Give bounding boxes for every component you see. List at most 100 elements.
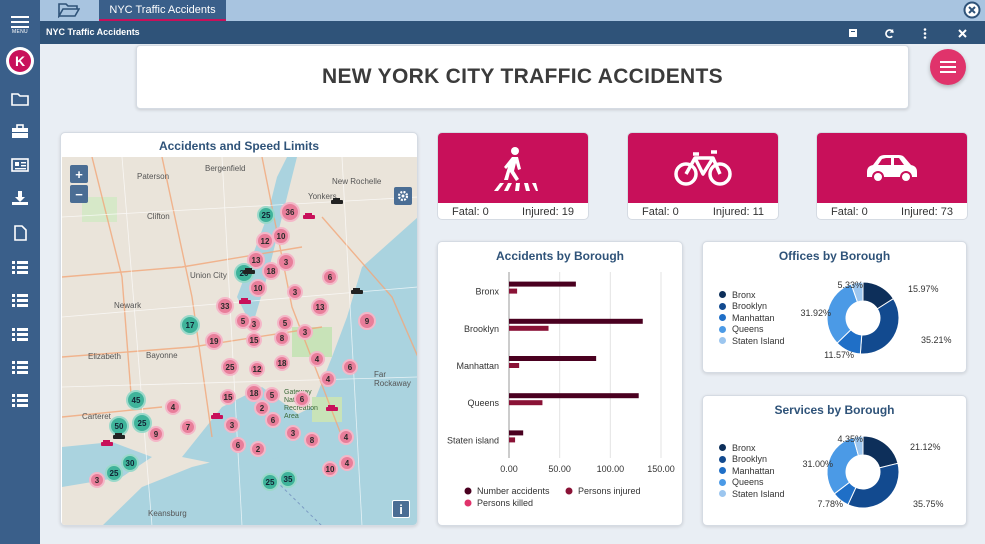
map-cluster[interactable]: 18 xyxy=(262,262,280,280)
map-canvas[interactable]: Paterson Bergenfield New Rochelle Yonker… xyxy=(62,157,417,525)
sidebar-item-list-1[interactable] xyxy=(0,253,40,281)
map-card: Accidents and Speed Limits Paterson Berg… xyxy=(60,132,418,526)
car-marker-icon[interactable] xyxy=(330,197,344,206)
map-cluster[interactable]: 12 xyxy=(249,361,265,377)
sidebar-item-briefcase[interactable] xyxy=(0,118,40,146)
map-cluster[interactable]: 8 xyxy=(304,432,320,448)
map-cluster[interactable]: 35 xyxy=(279,470,297,488)
map-cluster[interactable]: 25 xyxy=(257,206,275,224)
map-cluster[interactable]: 4 xyxy=(309,351,325,367)
list-icon xyxy=(12,361,28,374)
sidebar-item-download[interactable] xyxy=(0,184,40,212)
map-cluster[interactable]: 45 xyxy=(126,390,146,410)
car-marker-icon[interactable] xyxy=(112,432,126,441)
map-cluster[interactable]: 6 xyxy=(322,269,338,285)
zoom-out-button[interactable]: − xyxy=(70,185,88,203)
bar xyxy=(509,363,520,368)
zoom-in-button[interactable]: + xyxy=(70,165,88,183)
sidebar-item-folder[interactable] xyxy=(0,85,40,113)
legend-dot xyxy=(464,487,472,495)
map-cluster[interactable]: 4 xyxy=(320,371,336,387)
map-cluster[interactable]: 6 xyxy=(294,391,310,407)
injured-count: Injured: 11 xyxy=(712,206,764,218)
map-cluster[interactable]: 15 xyxy=(246,332,262,348)
map-info-button[interactable]: i xyxy=(392,500,410,518)
services-by-borough-card: Services by Borough Bronx Brooklyn Manhatt… xyxy=(702,395,967,526)
bar xyxy=(509,318,643,324)
slice-percent-label: 5.33% xyxy=(837,280,863,290)
map-cluster[interactable]: 6 xyxy=(265,412,281,428)
map-cluster[interactable]: 25 xyxy=(105,464,123,482)
y-category-label: Brooklyn xyxy=(464,324,499,334)
map-cluster[interactable]: 10 xyxy=(322,461,338,477)
legend-dot xyxy=(565,487,573,495)
map-cluster[interactable]: 2 xyxy=(250,441,266,457)
open-folder-icon[interactable] xyxy=(58,2,80,18)
car-marker-icon[interactable] xyxy=(210,412,224,421)
tab-nyc-traffic-accidents[interactable]: NYC Traffic Accidents xyxy=(99,0,226,21)
car-marker-icon[interactable] xyxy=(242,267,256,276)
map-cluster[interactable]: 3 xyxy=(285,425,301,441)
map-cluster[interactable]: 5 xyxy=(235,313,251,329)
close-icon[interactable] xyxy=(955,26,969,40)
map-cluster[interactable]: 7 xyxy=(180,419,196,435)
sidebar-item-list-5[interactable] xyxy=(0,386,40,414)
newspaper-icon xyxy=(11,158,29,172)
bicycle-icon xyxy=(674,150,732,186)
more-vertical-icon[interactable] xyxy=(918,26,932,40)
map-cluster[interactable]: 33 xyxy=(216,297,234,315)
map-cluster[interactable]: 5 xyxy=(277,315,293,331)
car-marker-icon[interactable] xyxy=(302,212,316,221)
slice-percent-label: 15.97% xyxy=(908,284,939,294)
map-cluster[interactable]: 6 xyxy=(230,437,246,453)
sidebar-item-news[interactable] xyxy=(0,151,40,179)
app-logo[interactable]: K xyxy=(6,47,34,75)
bar xyxy=(509,393,639,399)
car-marker-icon[interactable] xyxy=(238,297,252,306)
map-cluster[interactable]: 13 xyxy=(311,298,329,316)
map-cluster[interactable]: 36 xyxy=(280,202,300,222)
map-cluster[interactable]: 4 xyxy=(339,455,355,471)
slice-percent-label: 4.35% xyxy=(837,434,863,444)
map-cluster[interactable]: 15 xyxy=(220,389,236,405)
sidebar-item-list-3[interactable] xyxy=(0,320,40,348)
car-marker-icon[interactable] xyxy=(350,287,364,296)
car-marker-icon[interactable] xyxy=(325,404,339,413)
legend-dot xyxy=(464,499,472,507)
map-cluster[interactable]: 6 xyxy=(342,359,358,375)
map-cluster[interactable]: 3 xyxy=(297,324,313,340)
map-cluster[interactable]: 19 xyxy=(205,332,223,350)
book-icon[interactable] xyxy=(846,26,860,40)
menu-fab-button[interactable] xyxy=(930,49,966,85)
map-cluster[interactable]: 25 xyxy=(261,473,279,491)
sidebar-item-list-2[interactable] xyxy=(0,286,40,314)
place-label: Far Rockaway xyxy=(374,370,411,388)
map-cluster[interactable]: 9 xyxy=(148,426,164,442)
download-icon xyxy=(12,191,28,205)
map-cluster[interactable]: 3 xyxy=(89,472,105,488)
map-cluster[interactable]: 10 xyxy=(272,227,290,245)
x-tick-label: 100.00 xyxy=(597,464,625,474)
sidebar-item-list-4[interactable] xyxy=(0,353,40,381)
kpi-card-pedestrian: Fatal: 0 Injured: 19 xyxy=(437,132,589,220)
map-settings-button[interactable] xyxy=(394,187,412,205)
bar xyxy=(509,430,524,436)
refresh-icon[interactable] xyxy=(882,26,896,40)
close-circle-icon[interactable] xyxy=(963,1,981,19)
x-tick-label: 0.00 xyxy=(500,464,518,474)
place-label: Bayonne xyxy=(146,351,178,360)
map-cluster[interactable]: 10 xyxy=(249,279,267,297)
map-cluster[interactable]: 8 xyxy=(274,330,290,346)
map-cluster[interactable]: 9 xyxy=(358,312,376,330)
map-cluster[interactable]: 4 xyxy=(165,399,181,415)
kpi-card-car: Fatal: 0 Injured: 73 xyxy=(816,132,968,220)
sidebar-item-document[interactable] xyxy=(0,219,40,247)
map-cluster[interactable]: 4 xyxy=(338,429,354,445)
map-cluster[interactable]: 17 xyxy=(180,315,200,335)
map-cluster[interactable]: 25 xyxy=(221,358,239,376)
map-cluster[interactable]: 30 xyxy=(121,454,139,472)
map-cluster[interactable]: 3 xyxy=(287,284,303,300)
map-cluster[interactable]: 18 xyxy=(274,355,290,371)
map-cluster[interactable]: 3 xyxy=(224,417,240,433)
map-cluster[interactable]: 12 xyxy=(256,232,274,250)
